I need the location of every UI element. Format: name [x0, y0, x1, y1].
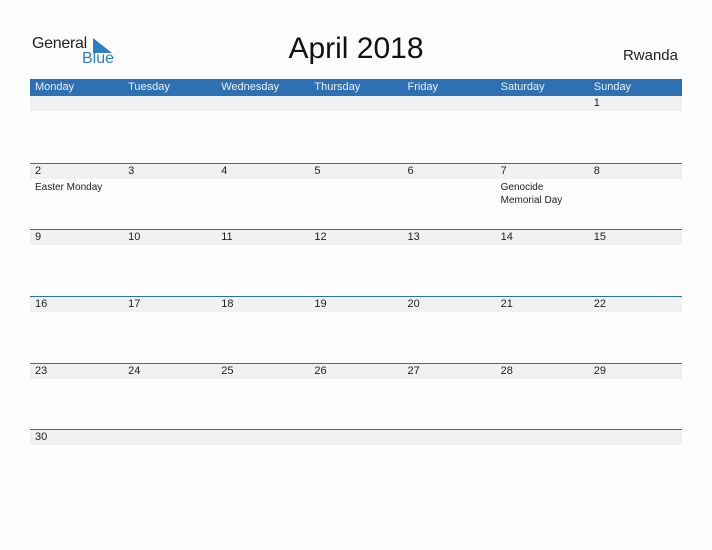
weekday-tuesday: Tuesday	[128, 81, 170, 93]
day-cell	[403, 96, 496, 163]
day-cell: 28	[496, 364, 589, 430]
day-number: 8	[593, 164, 600, 177]
day-cell	[589, 430, 682, 496]
week-cells: 1	[30, 96, 682, 163]
day-cell: 2 Easter Monday	[30, 164, 123, 230]
day-cell	[403, 430, 496, 496]
day-number: 2	[35, 164, 42, 177]
calendar-title: April 2018	[288, 32, 424, 65]
day-number: 23	[35, 364, 48, 377]
day-number: 18	[221, 298, 234, 311]
day-cell: 29	[589, 364, 682, 430]
day-number: 30	[35, 431, 48, 444]
day-number: 12	[314, 231, 327, 244]
day-cell: 5	[309, 164, 402, 230]
weekday-saturday: Saturday	[500, 81, 545, 93]
day-number: 16	[35, 298, 48, 311]
day-number: 6	[407, 164, 414, 177]
day-number: 17	[128, 298, 141, 311]
week-cells: 9 10 11 12 13 14 15	[30, 230, 682, 296]
day-cell: 16	[30, 297, 123, 363]
day-number: 20	[407, 298, 420, 311]
weekday-wednesday: Wednesday	[221, 81, 280, 93]
week-row: 2 Easter Monday 3 4 5 6 7 Genocide Memorial Day…	[30, 162, 682, 230]
day-cell: 12	[309, 230, 402, 296]
day-number: 19	[314, 298, 327, 311]
day-number: 21	[500, 298, 513, 311]
calendar-grid: Monday Tuesday Wednesday Thursday Friday…	[30, 79, 682, 496]
weekday-monday: Monday	[35, 81, 75, 93]
day-cell: 20	[403, 297, 496, 363]
day-cell: 10	[123, 230, 216, 296]
day-cell	[496, 96, 589, 163]
day-number: 15	[593, 231, 606, 244]
day-number: 3	[128, 164, 135, 177]
day-cell: 14	[496, 230, 589, 296]
day-number: 13	[407, 231, 420, 244]
weeks-container: 1 2 Easter Monday 3 4 5 6 7 Genocide Memorial Da…	[30, 96, 682, 496]
day-number: 24	[128, 364, 141, 377]
week-row: 16 17 18 19 20 21 22	[30, 296, 682, 363]
day-cell: 7 Genocide Memorial Day	[496, 164, 589, 230]
week-row: 23 24 25 26 27 28 29	[30, 362, 682, 430]
day-cell: 24	[123, 364, 216, 430]
day-cell	[30, 96, 123, 163]
day-cell	[216, 430, 309, 496]
week-row: 1	[30, 96, 682, 163]
day-cell: 3	[123, 164, 216, 230]
day-cell: 30	[30, 430, 123, 496]
week-row: 9 10 11 12 13 14 15	[30, 229, 682, 296]
day-number: 5	[314, 164, 321, 177]
day-cell	[216, 96, 309, 163]
weekday-thursday: Thursday	[314, 81, 361, 93]
day-cell: 17	[123, 297, 216, 363]
day-cell	[309, 430, 402, 496]
day-cell: 27	[403, 364, 496, 430]
day-number: 11	[221, 231, 233, 244]
day-cell: 26	[309, 364, 402, 430]
day-cell: 8	[589, 164, 682, 230]
day-cell: 13	[403, 230, 496, 296]
day-cell: 11	[216, 230, 309, 296]
day-cell: 15	[589, 230, 682, 296]
day-cell: 1	[589, 96, 682, 163]
day-cell: 19	[309, 297, 402, 363]
week-cells: 23 24 25 26 27 28 29	[30, 364, 682, 430]
weekday-sunday: Sunday	[593, 81, 632, 93]
day-cell: 18	[216, 297, 309, 363]
day-number: 9	[35, 231, 42, 244]
day-cell: 23	[30, 364, 123, 430]
day-number: 14	[500, 231, 513, 244]
day-cell	[309, 96, 402, 163]
day-number: 25	[221, 364, 234, 377]
day-cell	[123, 430, 216, 496]
day-number: 27	[407, 364, 420, 377]
day-number: 10	[128, 231, 141, 244]
day-cell: 21	[496, 297, 589, 363]
week-cells: 2 Easter Monday 3 4 5 6 7 Genocide Memorial Day…	[30, 164, 682, 230]
day-number: 28	[500, 364, 513, 377]
week-cells: 30	[30, 430, 682, 496]
weekday-header: Monday Tuesday Wednesday Thursday Friday…	[30, 79, 682, 96]
day-cell: 22	[589, 297, 682, 363]
day-cell	[123, 96, 216, 163]
week-cells: 16 17 18 19 20 21 22	[30, 297, 682, 363]
day-cell: 6	[403, 164, 496, 230]
holiday-label: Genocide Memorial Day	[500, 181, 563, 206]
day-number: 7	[500, 164, 507, 177]
country-label: Rwanda	[622, 47, 678, 64]
day-number: 22	[593, 298, 606, 311]
day-number: 4	[221, 164, 228, 177]
day-number: 1	[593, 97, 600, 109]
day-cell: 9	[30, 230, 123, 296]
day-cell: 4	[216, 164, 309, 230]
weekday-friday: Friday	[407, 81, 439, 93]
day-number: 26	[314, 364, 327, 377]
week-row: 30	[30, 429, 682, 496]
day-cell	[496, 430, 589, 496]
holiday-label: Easter Monday	[35, 181, 103, 193]
day-number: 29	[593, 364, 606, 377]
day-cell: 25	[216, 364, 309, 430]
